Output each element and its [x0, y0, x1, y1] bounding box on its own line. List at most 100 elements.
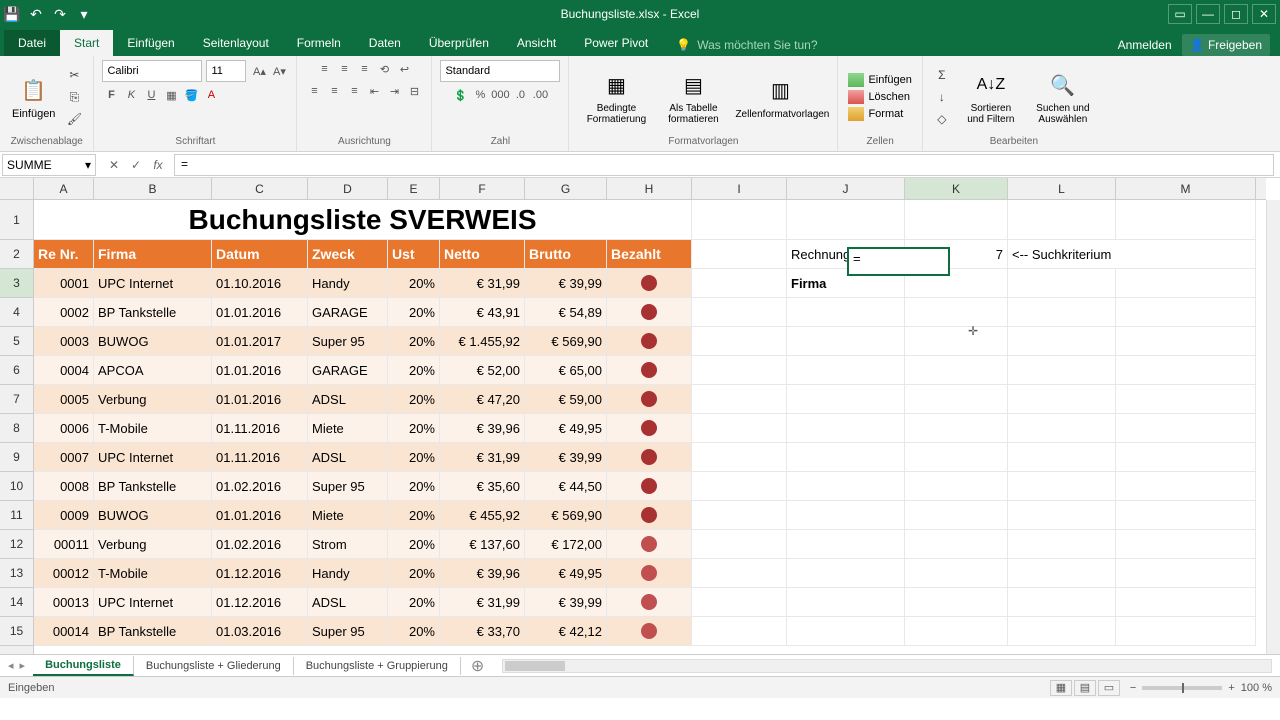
align-left-icon[interactable]: ≡: [305, 82, 323, 100]
cell[interactable]: [1116, 385, 1256, 414]
cell[interactable]: [1116, 617, 1256, 646]
row-header-3[interactable]: 3: [0, 269, 33, 298]
cell-zweck[interactable]: ADSL: [308, 588, 388, 617]
vertical-scrollbar[interactable]: [1266, 200, 1280, 654]
thousand-icon[interactable]: 000: [491, 86, 509, 104]
cell-firma[interactable]: BUWOG: [94, 327, 212, 356]
cell[interactable]: [905, 530, 1008, 559]
cell-nr[interactable]: 0005: [34, 385, 94, 414]
cell[interactable]: [787, 200, 905, 240]
row-header-4[interactable]: 4: [0, 298, 33, 327]
cell-datum[interactable]: 01.02.2016: [212, 472, 308, 501]
cell-netto[interactable]: € 47,20: [440, 385, 525, 414]
cell-brutto[interactable]: € 39,99: [525, 443, 607, 472]
cell-bezahlt[interactable]: [607, 327, 692, 356]
cell-ust[interactable]: 20%: [388, 443, 440, 472]
cell-nr[interactable]: 0004: [34, 356, 94, 385]
col-header-D[interactable]: D: [308, 178, 388, 199]
row-header-1[interactable]: 1: [0, 200, 33, 240]
cell-bezahlt[interactable]: [607, 501, 692, 530]
cell-datum[interactable]: 01.02.2016: [212, 530, 308, 559]
cell[interactable]: [692, 240, 787, 269]
fx-icon[interactable]: fx: [148, 155, 168, 175]
redo-icon[interactable]: ↷: [52, 6, 68, 22]
underline-button[interactable]: U: [142, 86, 160, 104]
cell[interactable]: [905, 385, 1008, 414]
cell-ust[interactable]: 20%: [388, 559, 440, 588]
col-header-I[interactable]: I: [692, 178, 787, 199]
border-icon[interactable]: ▦: [162, 86, 180, 104]
cell-datum[interactable]: 01.12.2016: [212, 559, 308, 588]
cell[interactable]: [1008, 327, 1116, 356]
zoom-control[interactable]: − + 100 %: [1130, 682, 1272, 694]
cell-nr[interactable]: 00011: [34, 530, 94, 559]
cell-datum[interactable]: 01.12.2016: [212, 588, 308, 617]
col-header-F[interactable]: F: [440, 178, 525, 199]
orientation-icon[interactable]: ⟲: [375, 60, 393, 78]
cell[interactable]: [787, 530, 905, 559]
sheet-prev-icon[interactable]: ◂: [8, 659, 14, 672]
cell-netto[interactable]: € 39,96: [440, 414, 525, 443]
cell[interactable]: [787, 559, 905, 588]
cell-firma[interactable]: BP Tankstelle: [94, 617, 212, 646]
cell-nr[interactable]: 0002: [34, 298, 94, 327]
spreadsheet-grid[interactable]: ABCDEFGHIJKLM 123456789101112131415 Buch…: [0, 178, 1280, 654]
shrink-font-icon[interactable]: A▾: [270, 62, 288, 80]
cell-zweck[interactable]: ADSL: [308, 385, 388, 414]
cell-datum[interactable]: 01.01.2016: [212, 501, 308, 530]
zoom-slider[interactable]: [1142, 686, 1222, 690]
cell[interactable]: [692, 269, 787, 298]
cancel-formula-icon[interactable]: ✕: [104, 155, 124, 175]
qat-dropdown-icon[interactable]: ▾: [76, 6, 92, 22]
cell[interactable]: [905, 588, 1008, 617]
cell-nr[interactable]: 00013: [34, 588, 94, 617]
format-painter-icon[interactable]: 🖌: [63, 109, 85, 129]
cell[interactable]: [1116, 443, 1256, 472]
sign-in-link[interactable]: Anmelden: [1118, 38, 1172, 52]
cell-brutto[interactable]: € 569,90: [525, 501, 607, 530]
cell[interactable]: [787, 385, 905, 414]
cell-netto[interactable]: € 39,96: [440, 559, 525, 588]
cell-styles-button[interactable]: ▥ Zellenformatvorlagen: [731, 73, 829, 122]
sheet-tab-1[interactable]: Buchungsliste: [33, 656, 134, 676]
close-icon[interactable]: ✕: [1252, 4, 1276, 24]
cell-bezahlt[interactable]: [607, 443, 692, 472]
cell-firma[interactable]: BP Tankstelle: [94, 298, 212, 327]
bold-button[interactable]: F: [102, 86, 120, 104]
cell-netto[interactable]: € 35,60: [440, 472, 525, 501]
title-cell[interactable]: Buchungsliste SVERWEIS: [34, 200, 692, 240]
cell-ust[interactable]: 20%: [388, 501, 440, 530]
cell-nr[interactable]: 0003: [34, 327, 94, 356]
cell-nr[interactable]: 0006: [34, 414, 94, 443]
cell[interactable]: [692, 617, 787, 646]
name-box[interactable]: SUMME ▾: [2, 154, 96, 176]
cell-zweck[interactable]: ADSL: [308, 443, 388, 472]
cell-nr[interactable]: 00012: [34, 559, 94, 588]
cell-brutto[interactable]: € 49,95: [525, 414, 607, 443]
cell[interactable]: [692, 559, 787, 588]
ribbon-options-icon[interactable]: ▭: [1168, 4, 1192, 24]
header-Netto[interactable]: Netto: [440, 240, 525, 269]
cell-firma[interactable]: T-Mobile: [94, 559, 212, 588]
cell-bezahlt[interactable]: [607, 414, 692, 443]
cell[interactable]: [905, 298, 1008, 327]
font-color-icon[interactable]: A: [202, 86, 220, 104]
cell[interactable]: [1116, 472, 1256, 501]
cell-ust[interactable]: 20%: [388, 269, 440, 298]
col-header-C[interactable]: C: [212, 178, 308, 199]
cell-bezahlt[interactable]: [607, 472, 692, 501]
cell[interactable]: [1116, 559, 1256, 588]
cell-firma[interactable]: APCOA: [94, 356, 212, 385]
cell-brutto[interactable]: € 42,12: [525, 617, 607, 646]
cell-zweck[interactable]: Super 95: [308, 327, 388, 356]
col-header-H[interactable]: H: [607, 178, 692, 199]
cell-firma[interactable]: BP Tankstelle: [94, 472, 212, 501]
percent-icon[interactable]: %: [471, 86, 489, 104]
cell-firma[interactable]: Verbung: [94, 530, 212, 559]
save-icon[interactable]: 💾: [4, 6, 20, 22]
cell-brutto[interactable]: € 569,90: [525, 327, 607, 356]
cell[interactable]: [1116, 356, 1256, 385]
cell-ust[interactable]: 20%: [388, 617, 440, 646]
cell[interactable]: [905, 443, 1008, 472]
cell[interactable]: [1008, 588, 1116, 617]
